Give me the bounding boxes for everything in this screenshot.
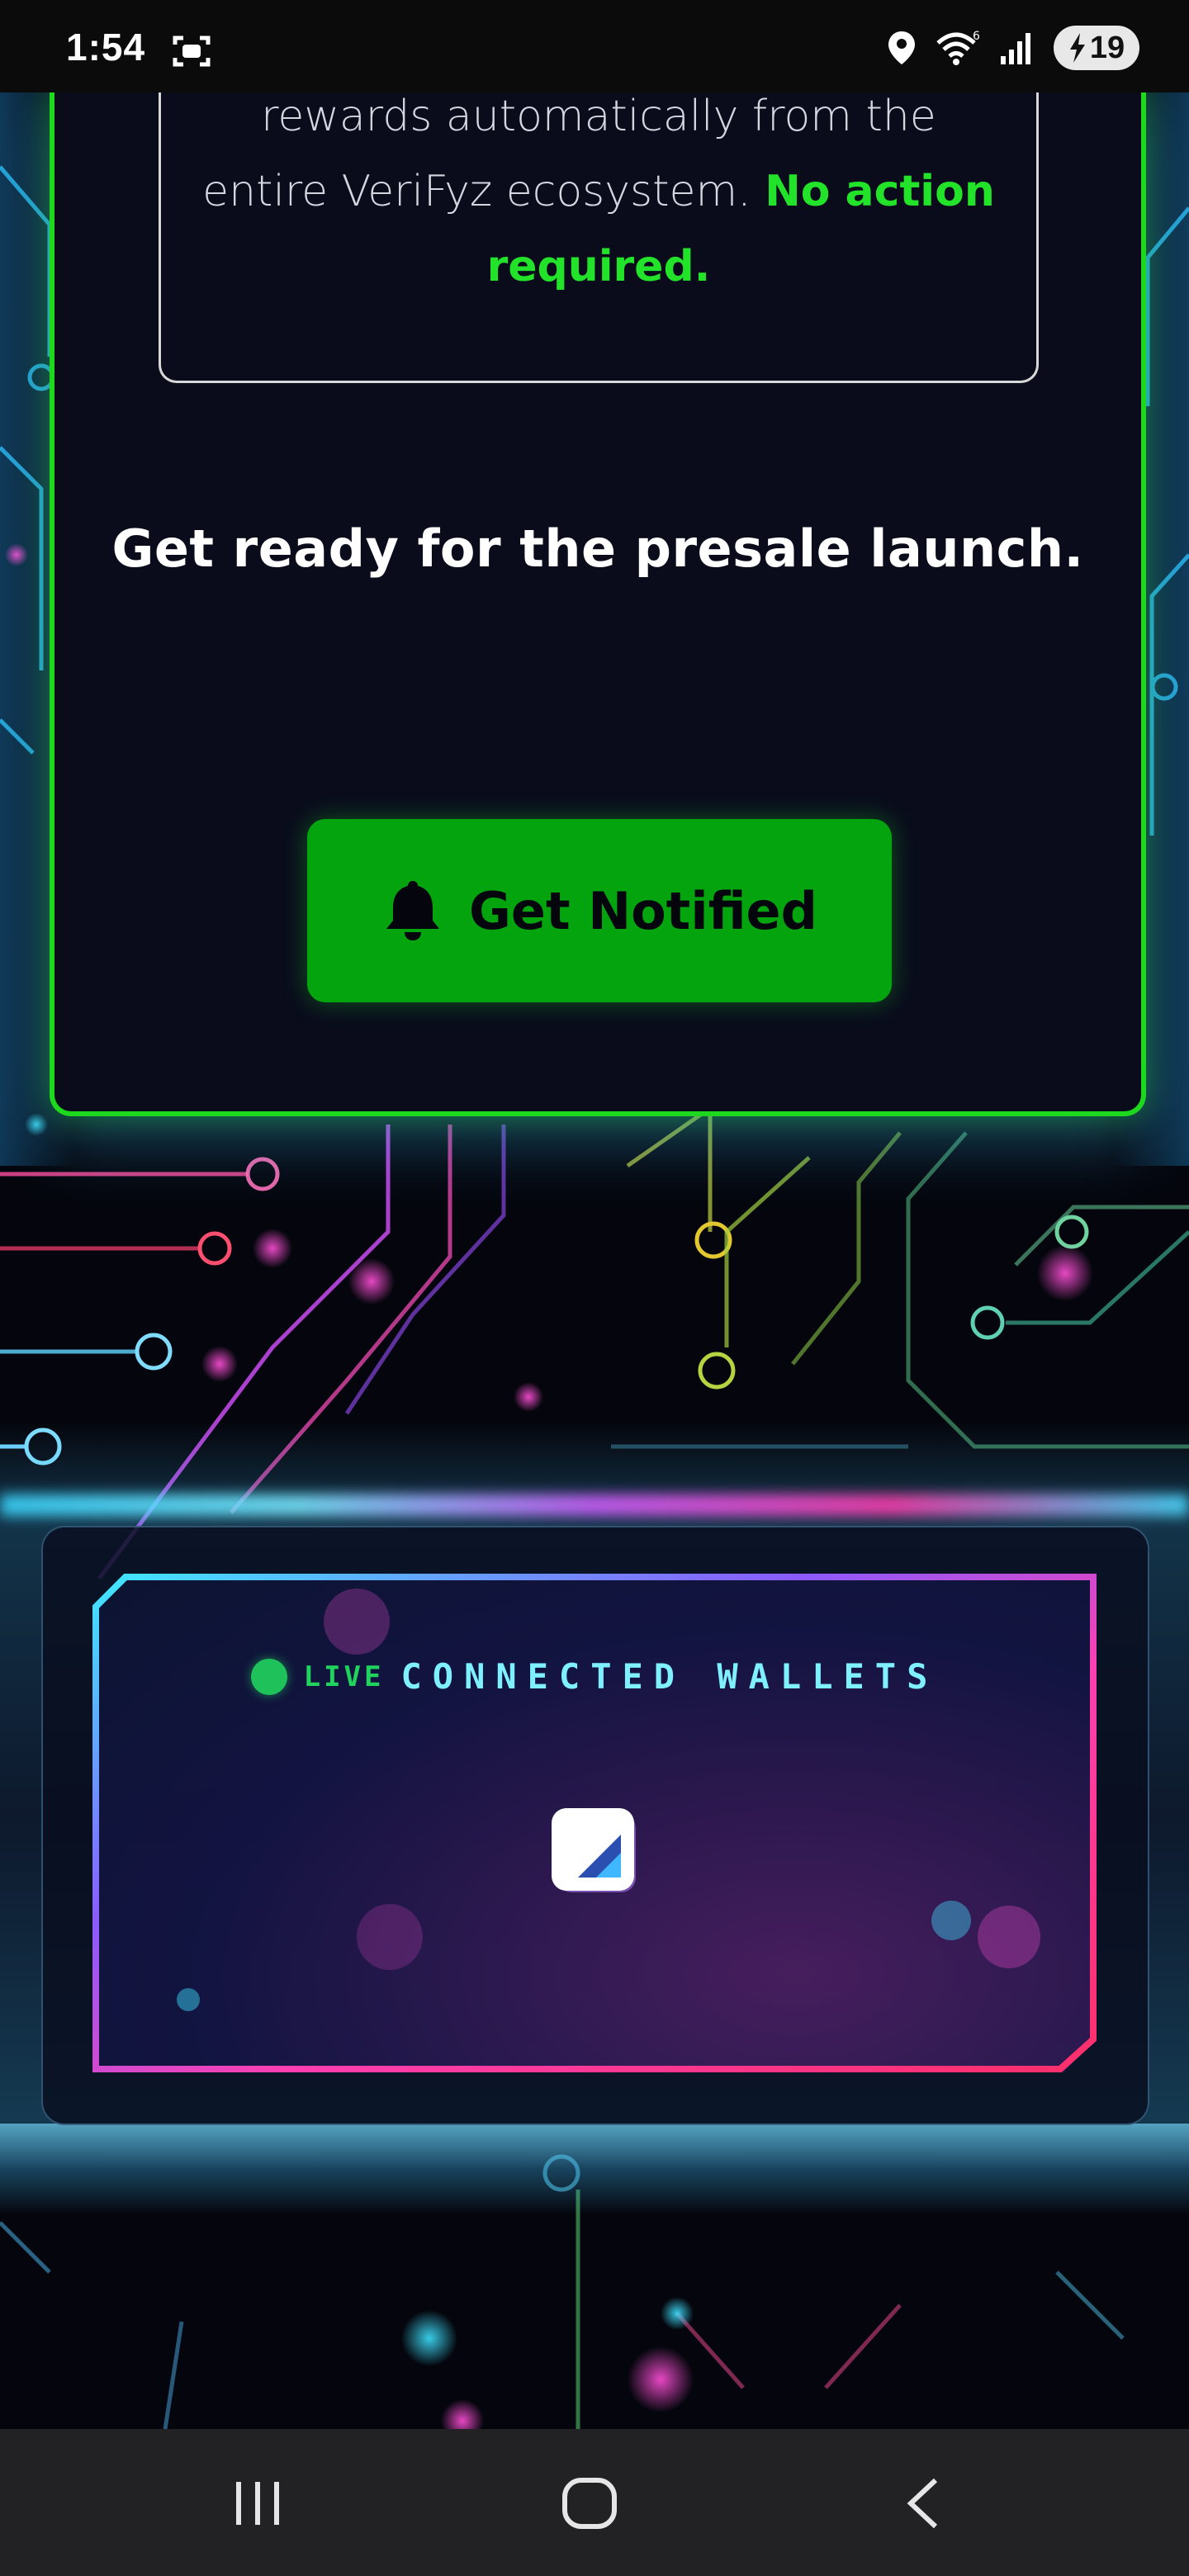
recent-apps-button[interactable]	[208, 2470, 307, 2536]
rewards-text-line2: entire VeriFyz ecosystem.	[202, 167, 765, 216]
status-icons: 6 19	[887, 25, 1139, 71]
recent-apps-icon	[236, 2482, 279, 2525]
screen-record-icon	[173, 36, 211, 67]
bell-icon	[386, 881, 440, 940]
live-label: LIVE	[303, 1660, 385, 1693]
battery-indicator: 19	[1054, 26, 1139, 70]
navigation-bar	[0, 2429, 1189, 2576]
svg-text:6: 6	[973, 30, 980, 43]
wallet-glow-bottom	[0, 2124, 1189, 2214]
wifi-icon: 6	[936, 30, 980, 65]
battery-charging-icon	[1069, 33, 1085, 63]
wallet-header: LIVE CONNECTED WALLETS	[0, 1656, 1189, 1697]
rewards-highlight-a: No action	[765, 167, 995, 216]
live-indicator-dot	[250, 1658, 287, 1695]
get-notified-button[interactable]: Get Notified	[307, 819, 892, 1002]
home-button[interactable]	[540, 2470, 639, 2536]
rewards-text: rewards automatically from the entire Ve…	[194, 79, 1003, 305]
back-icon	[907, 2478, 938, 2529]
status-bar: 1:54 6 19	[0, 0, 1189, 92]
presale-card: rewards automatically from the entire Ve…	[50, 74, 1146, 1116]
verifyz-logo-icon	[552, 1808, 636, 1892]
rewards-text-line1: rewards automatically from the	[261, 92, 936, 141]
rewards-highlight-b: required.	[486, 242, 711, 291]
signal-icon	[1001, 33, 1030, 64]
status-time: 1:54	[66, 26, 146, 69]
back-button[interactable]	[874, 2470, 973, 2536]
rewards-info-box: rewards automatically from the entire Ve…	[159, 74, 1039, 383]
battery-level: 19	[1089, 30, 1125, 65]
location-icon	[888, 31, 915, 64]
wallet-glow-top	[0, 1494, 1189, 1516]
get-notified-label: Get Notified	[469, 880, 817, 941]
presale-heading: Get ready for the presale launch.	[111, 519, 1084, 579]
home-icon	[562, 2478, 617, 2529]
connected-wallets-title: CONNECTED WALLETS	[400, 1656, 939, 1697]
